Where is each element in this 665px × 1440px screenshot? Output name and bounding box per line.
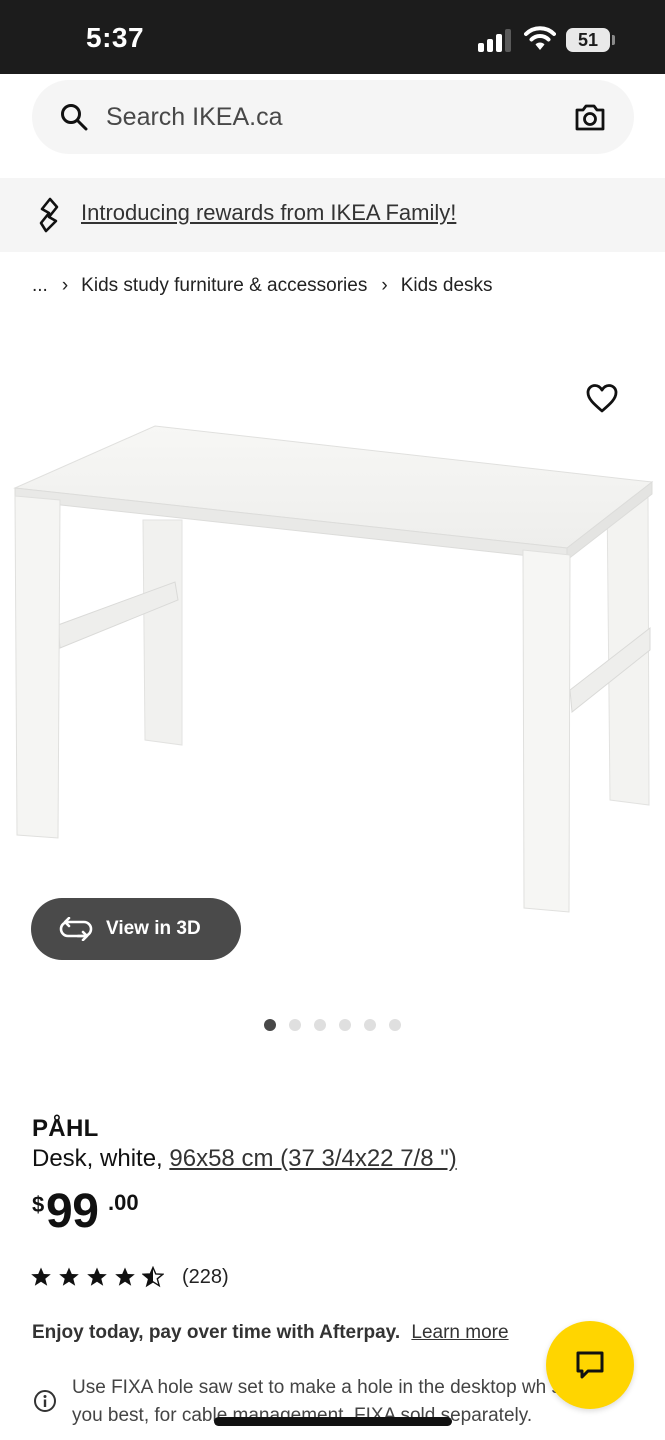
breadcrumb: ... › Kids study furniture & accessories… (32, 272, 493, 300)
battery-tip (612, 35, 615, 45)
chat-icon (576, 1351, 604, 1379)
product-image[interactable] (0, 340, 665, 960)
product-description-text: Desk, white, (32, 1145, 163, 1172)
search-icon[interactable] (60, 103, 88, 131)
half-star-icon (142, 1266, 164, 1288)
afterpay-learn-more-link[interactable]: Learn more (411, 1322, 508, 1343)
star-icon (59, 1267, 79, 1286)
gallery-pagination (264, 1019, 401, 1033)
gallery-dot[interactable] (364, 1019, 376, 1031)
breadcrumb-item-kids-desks[interactable]: Kids desks (401, 275, 493, 297)
breadcrumb-separator: › (61, 275, 69, 296)
breadcrumb-separator: › (381, 275, 388, 296)
search-input[interactable] (106, 98, 526, 136)
price-currency: $ (32, 1192, 45, 1217)
chat-button[interactable] (546, 1321, 634, 1409)
wifi-icon (524, 26, 556, 50)
signal-icon (478, 28, 514, 52)
battery-icon: 51 (566, 28, 610, 52)
promo-banner[interactable]: Introducing rewards from IKEA Family! (0, 178, 665, 252)
home-indicator (214, 1417, 452, 1426)
product-rating[interactable]: (228) (30, 1264, 229, 1290)
gallery-dot[interactable] (339, 1019, 351, 1031)
view-in-3d-label: View in 3D (106, 918, 201, 939)
product-name: PÅHL (32, 1115, 99, 1142)
status-bar: 5:37 51 (0, 0, 665, 74)
camera-icon[interactable] (574, 102, 606, 132)
price-decimal: .00 (108, 1190, 139, 1215)
breadcrumb-ellipsis[interactable]: ... (32, 275, 48, 297)
heart-icon[interactable] (584, 380, 620, 416)
breadcrumb-item-kids-study-furniture[interactable]: Kids study furniture & accessories (81, 275, 367, 297)
gallery-dot[interactable] (389, 1019, 401, 1031)
afterpay-message: Enjoy today, pay over time with Afterpay… (32, 1322, 509, 1344)
ikea-family-icon (39, 197, 59, 233)
rating-count[interactable]: (228) (182, 1266, 229, 1289)
view-in-3d-button[interactable]: View in 3D (31, 898, 241, 960)
star-icon (115, 1267, 135, 1286)
gallery-dot[interactable] (289, 1019, 301, 1031)
gallery-dot[interactable] (314, 1019, 326, 1031)
product-description: Desk, white, 96x58 cm (37 3/4x22 7/8 ") (32, 1145, 457, 1173)
status-time: 5:37 (86, 22, 145, 53)
afterpay-text: Enjoy today, pay over time with Afterpay… (32, 1322, 401, 1343)
promo-link[interactable]: Introducing rewards from IKEA Family! (81, 200, 456, 226)
price-integer: 99 (46, 1185, 99, 1238)
search-bar[interactable] (32, 80, 634, 154)
star-icon (31, 1267, 51, 1286)
product-size-link[interactable]: 96x58 cm (37 3/4x22 7/8 ") (169, 1145, 456, 1172)
gallery-dot[interactable] (264, 1019, 276, 1031)
rotate-3d-icon (59, 917, 93, 941)
info-icon (34, 1390, 56, 1412)
star-icon (87, 1267, 107, 1286)
